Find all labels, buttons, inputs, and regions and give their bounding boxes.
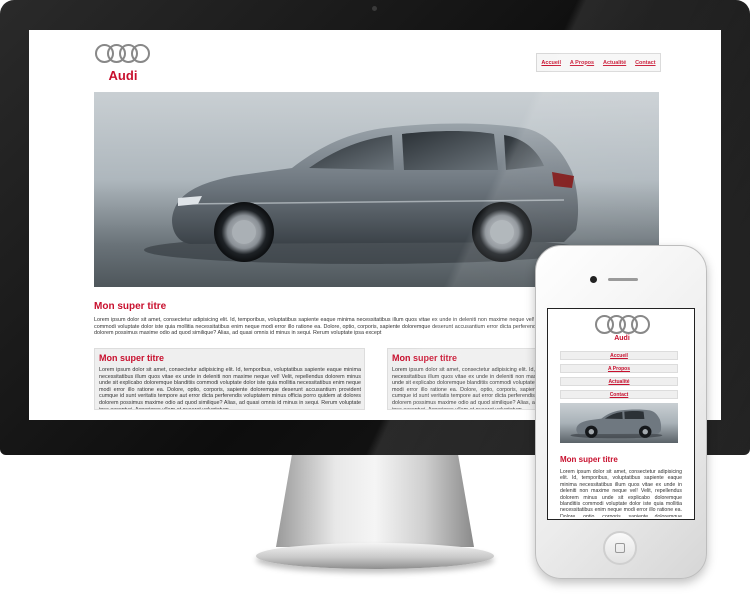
nav-item-accueil[interactable]: Accueil <box>541 60 561 66</box>
nav-item-actualite[interactable]: Actualité <box>603 60 626 66</box>
imac-stand <box>256 455 494 573</box>
iphone: Audi Accueil A Propos Actualité Contact … <box>535 245 707 579</box>
mobile-logo-text: Audi <box>614 335 630 342</box>
box1-title: Mon super titre <box>99 353 165 363</box>
mobile-title: Mon super titre <box>560 455 618 464</box>
mobile-nav-actualite[interactable]: Actualité <box>560 377 678 386</box>
mobile-audi-rings-icon <box>595 315 650 337</box>
home-button-icon[interactable] <box>603 531 637 565</box>
logo-text: Audi <box>108 68 138 83</box>
nav-item-contact[interactable]: Contact <box>635 60 655 66</box>
nav-item-a-propos[interactable]: A Propos <box>570 60 594 66</box>
audi-rings-icon <box>95 44 150 66</box>
mobile-nav-accueil[interactable]: Accueil <box>560 351 678 360</box>
mobile-paragraph: Lorem ipsum dolor sit amet, consectetur … <box>560 469 682 517</box>
mobile-logo[interactable]: Audi <box>592 315 652 342</box>
mobile-nav-contact[interactable]: Contact <box>560 390 678 399</box>
phone-camera-icon <box>590 276 597 283</box>
mobile-screen: Audi Accueil A Propos Actualité Contact … <box>547 308 695 520</box>
mobile-nav-a-propos[interactable]: A Propos <box>560 364 678 373</box>
desktop-nav: Accueil A Propos Actualité Contact <box>536 53 661 72</box>
main-title: Mon super titre <box>94 301 167 312</box>
imac-camera-icon <box>372 6 377 11</box>
content-box-1: Mon super titre Lorem ipsum dolor sit am… <box>94 348 365 410</box>
box1-paragraph: Lorem ipsum dolor sit amet, consectetur … <box>99 367 361 409</box>
mobile-hero-car-image <box>560 403 678 443</box>
desktop-logo[interactable]: Audi <box>95 44 151 83</box>
box2-title: Mon super titre <box>392 353 458 363</box>
phone-speaker <box>608 278 638 281</box>
